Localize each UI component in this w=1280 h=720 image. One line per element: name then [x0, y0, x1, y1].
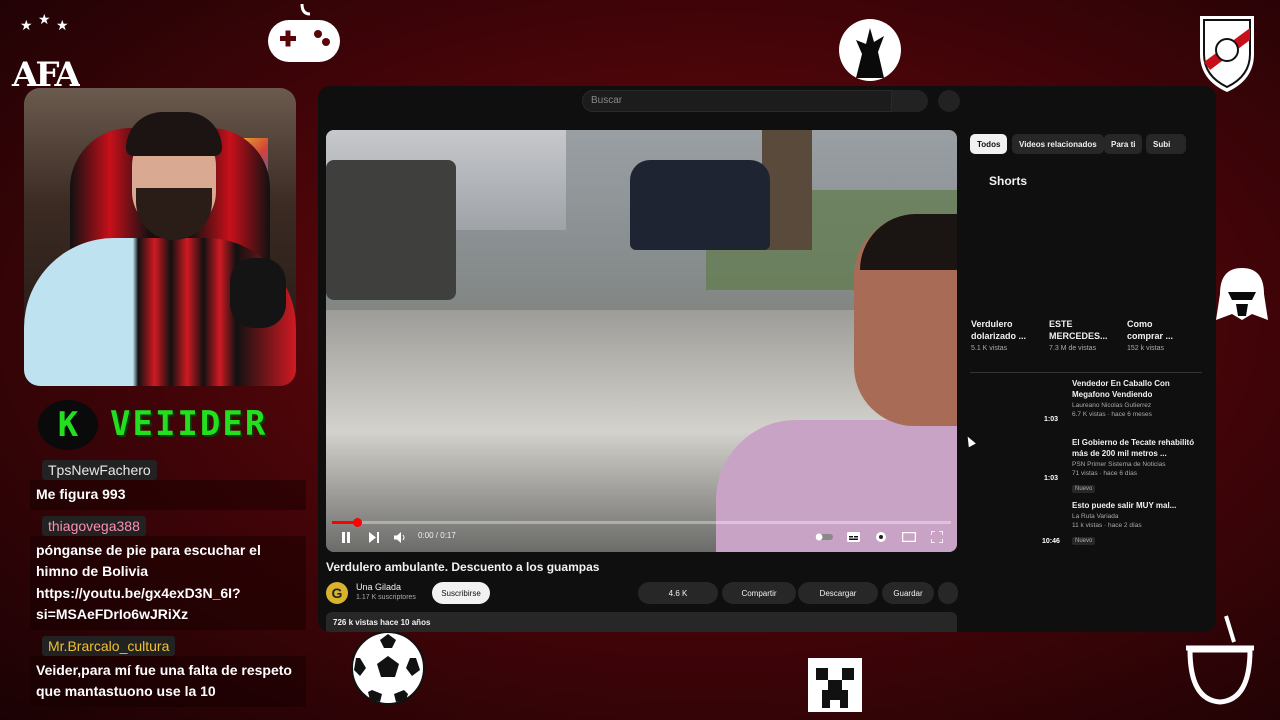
time-display: 0:00 / 0:17 [418, 531, 456, 540]
like-button[interactable]: 4.6 K [638, 582, 718, 604]
video-player[interactable]: 0:00 / 0:17 [326, 130, 957, 552]
more-actions-button[interactable] [938, 582, 958, 604]
recommended-meta: 71 vistas · hace 6 días [1072, 470, 1138, 477]
video-duration: 1:03 [1044, 475, 1059, 482]
subscribe-button[interactable]: Suscribirse [432, 582, 490, 604]
chat-overlay: TpsNewFachero Me figura 993 thiagovega38… [30, 460, 306, 713]
pause-icon[interactable] [338, 528, 354, 546]
video-duration: 1:03 [1044, 416, 1059, 423]
recommended-title: Vendedor En Caballo Con Megafono Vendien… [1072, 379, 1170, 399]
short-title: Como comprar ... [1127, 319, 1174, 341]
short-views: 5.1 K vistas [971, 345, 1008, 352]
download-button[interactable]: Descargar [798, 582, 878, 604]
recommended-video[interactable]: 1:03 Vendedor En Caballo Con Megafono Ve… [972, 378, 1202, 430]
svg-text:★: ★ [20, 18, 33, 34]
subscriber-count: 1.17 K suscriptores [356, 594, 416, 601]
recommended-meta: 11 k vistas · hace 2 días [1072, 522, 1142, 529]
recommended-meta: 6.7 K vistas · hace 6 meses [1072, 411, 1152, 418]
new-badge: Nuevo [1072, 537, 1096, 545]
short-title: Verdulero dolarizado ... [971, 319, 1027, 341]
recommended-channel: PSN Primer Sistema de Noticias [1072, 461, 1166, 468]
short-item[interactable]: Verdulero dolarizado ... 5.1 K vistas [971, 318, 1045, 352]
microphone [230, 258, 286, 328]
river-plate-shield-icon [1196, 14, 1258, 94]
svg-text:★: ★ [56, 18, 69, 34]
theater-icon[interactable] [900, 528, 918, 546]
subtitles-icon[interactable] [844, 528, 862, 546]
chat-username: thiagovega388 [42, 515, 146, 536]
video-title: Verdulero ambulante. Descuento a los gua… [326, 560, 600, 574]
share-button[interactable]: Compartir [722, 582, 796, 604]
next-icon[interactable] [366, 528, 382, 546]
darth-vader-icon [1214, 266, 1270, 322]
new-badge: Nuevo [1072, 485, 1096, 493]
chip-todos[interactable]: Todos [970, 134, 1008, 154]
chip-subidos[interactable]: Subi [1146, 134, 1186, 154]
short-item[interactable]: Como comprar ... 152 k vistas [1127, 318, 1201, 352]
chat-text: Me figura 993 [30, 480, 306, 510]
chip-videos-relacionados[interactable]: Videos relacionados [1012, 134, 1104, 154]
chat-message: TpsNewFachero Me figura 993 [30, 460, 306, 510]
autoplay-toggle[interactable] [814, 528, 834, 546]
short-item[interactable]: ESTE MERCEDES... 7.3 M de vistas [1049, 318, 1123, 352]
chat-message: Mr.Brarcalo_cultura Veider,para mí fue u… [30, 635, 306, 707]
youtube-window: Buscar 0:00 / 0:17 Verdulero ambulante. … [318, 86, 1216, 632]
recommended-title: Esto puede salir MUY mal... [1072, 501, 1177, 510]
video-duration: 10:46 [1042, 538, 1060, 545]
short-views: 7.3 M de vistas [1049, 345, 1097, 352]
recommended-channel: Laureano Nicolas Gutierrez [1072, 402, 1152, 409]
gamepad-icon [266, 4, 342, 64]
progress-scrubber[interactable] [352, 518, 362, 527]
streamer-name: VEIIDER [110, 404, 268, 444]
channel-avatar[interactable]: G [326, 582, 348, 604]
streamer-badge: K [38, 400, 98, 450]
afa-text: AFA [11, 55, 80, 92]
svg-text:★: ★ [38, 12, 51, 28]
chat-message: thiagovega388 pónganse de pie para escuc… [30, 515, 306, 630]
chat-text: Veider,para mí fue una falta de respeto … [30, 655, 306, 707]
settings-icon[interactable] [872, 528, 890, 546]
search-button[interactable] [892, 90, 928, 112]
short-title: ESTE MERCEDES... [1049, 319, 1108, 341]
fullscreen-icon[interactable] [928, 528, 946, 546]
chat-username: TpsNewFachero [42, 460, 157, 480]
recommended-title: El Gobierno de Tecate rehabilitó más de … [1072, 438, 1195, 458]
chat-text: pónganse de pie para escuchar el himno d… [30, 535, 306, 630]
chat-username: Mr.Brarcalo_cultura [42, 635, 176, 656]
volume-icon[interactable] [392, 528, 408, 546]
chip-para-ti[interactable]: Para ti [1104, 134, 1143, 154]
recommended-video[interactable]: 1:03 El Gobierno de Tecate rehabilitó má… [972, 437, 1202, 493]
recommended-video[interactable]: 10:46 Esto puede salir MUY mal... La Rut… [972, 500, 1202, 552]
description-box[interactable]: 726 k vistas hace 10 años [326, 612, 957, 632]
voice-search-button[interactable] [938, 90, 960, 112]
sidebar-divider [970, 372, 1202, 373]
soccer-ball-icon [350, 630, 426, 706]
goku-icon [838, 18, 902, 82]
search-input[interactable]: Buscar [582, 90, 892, 112]
save-button[interactable]: Guardar [882, 582, 934, 604]
afa-logo: ★ ★ ★ AFA [10, 12, 80, 92]
creeper-icon [808, 658, 862, 712]
progress-bar[interactable] [332, 518, 951, 527]
short-views: 152 k vistas [1127, 345, 1164, 352]
shorts-heading: Shorts [989, 174, 1028, 188]
channel-name[interactable]: Una Gilada [356, 582, 401, 592]
webcam-feed [24, 88, 296, 386]
recommended-channel: La Ruta Variada [1072, 513, 1119, 520]
